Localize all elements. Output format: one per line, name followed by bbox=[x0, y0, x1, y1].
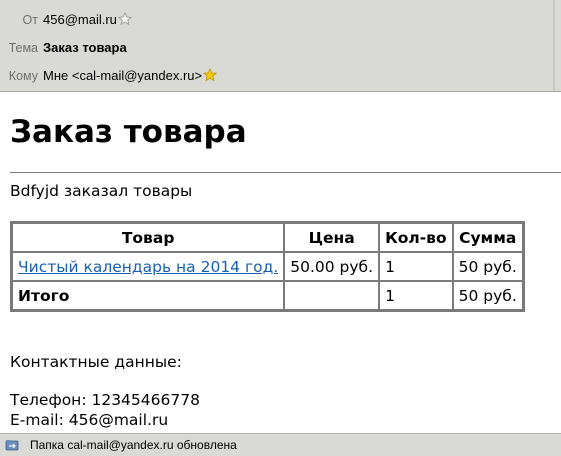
from-label: От bbox=[22, 13, 38, 27]
subject-value: Заказ товара bbox=[43, 40, 127, 55]
message-header-pane: От 456@mail.ru Тема Заказ товара Кому Мн… bbox=[0, 0, 561, 92]
contacts-title: Контактные данные: bbox=[10, 353, 182, 371]
intro-text: Bdfyjd заказал товары bbox=[10, 182, 193, 200]
col-header-price: Цена bbox=[284, 223, 380, 252]
star-outline-icon[interactable] bbox=[117, 12, 132, 26]
table-header-row: Товар Цена Кол-во Сумма bbox=[12, 223, 523, 252]
from-value[interactable]: 456@mail.ru bbox=[43, 10, 132, 30]
subject-label: Тема bbox=[8, 41, 38, 55]
contact-email: E-mail: 456@mail.ru bbox=[10, 411, 169, 429]
col-header-qty: Кол-во bbox=[379, 223, 453, 252]
to-label: Кому bbox=[8, 69, 38, 83]
cell-qty: 1 bbox=[379, 252, 453, 281]
contact-phone: Телефон: 12345466778 bbox=[10, 391, 200, 409]
folder-sync-icon[interactable] bbox=[5, 438, 19, 452]
table-row: Чистый календарь на 2014 год. 50.00 руб.… bbox=[12, 252, 523, 281]
status-text: Папка cal-mail@yandex.ru обновлена bbox=[30, 438, 237, 452]
message-title: Заказ товара bbox=[10, 114, 247, 150]
to-value[interactable]: Мне <cal-mail@yandex.ru> bbox=[43, 66, 218, 86]
product-link[interactable]: Чистый календарь на 2014 год. bbox=[18, 258, 278, 276]
table-total-row: Итого 1 50 руб. bbox=[12, 281, 523, 310]
col-header-sum: Сумма bbox=[452, 223, 523, 252]
header-scroll-edge[interactable] bbox=[551, 0, 561, 91]
total-qty: 1 bbox=[379, 281, 453, 310]
total-price bbox=[284, 281, 380, 310]
total-sum: 50 руб. bbox=[452, 281, 523, 310]
order-table: Товар Цена Кол-во Сумма Чистый календарь… bbox=[10, 221, 525, 312]
cell-price: 50.00 руб. bbox=[284, 252, 380, 281]
from-address[interactable]: 456@mail.ru bbox=[43, 12, 117, 27]
horizontal-rule bbox=[10, 172, 561, 173]
cell-sum: 50 руб. bbox=[452, 252, 523, 281]
to-address[interactable]: Мне <cal-mail@yandex.ru> bbox=[43, 68, 202, 83]
status-bar: Папка cal-mail@yandex.ru обновлена bbox=[0, 433, 561, 456]
total-label: Итого bbox=[12, 281, 285, 310]
star-filled-icon[interactable] bbox=[203, 68, 218, 82]
col-header-product: Товар bbox=[12, 223, 285, 252]
cell-product: Чистый календарь на 2014 год. bbox=[12, 252, 285, 281]
